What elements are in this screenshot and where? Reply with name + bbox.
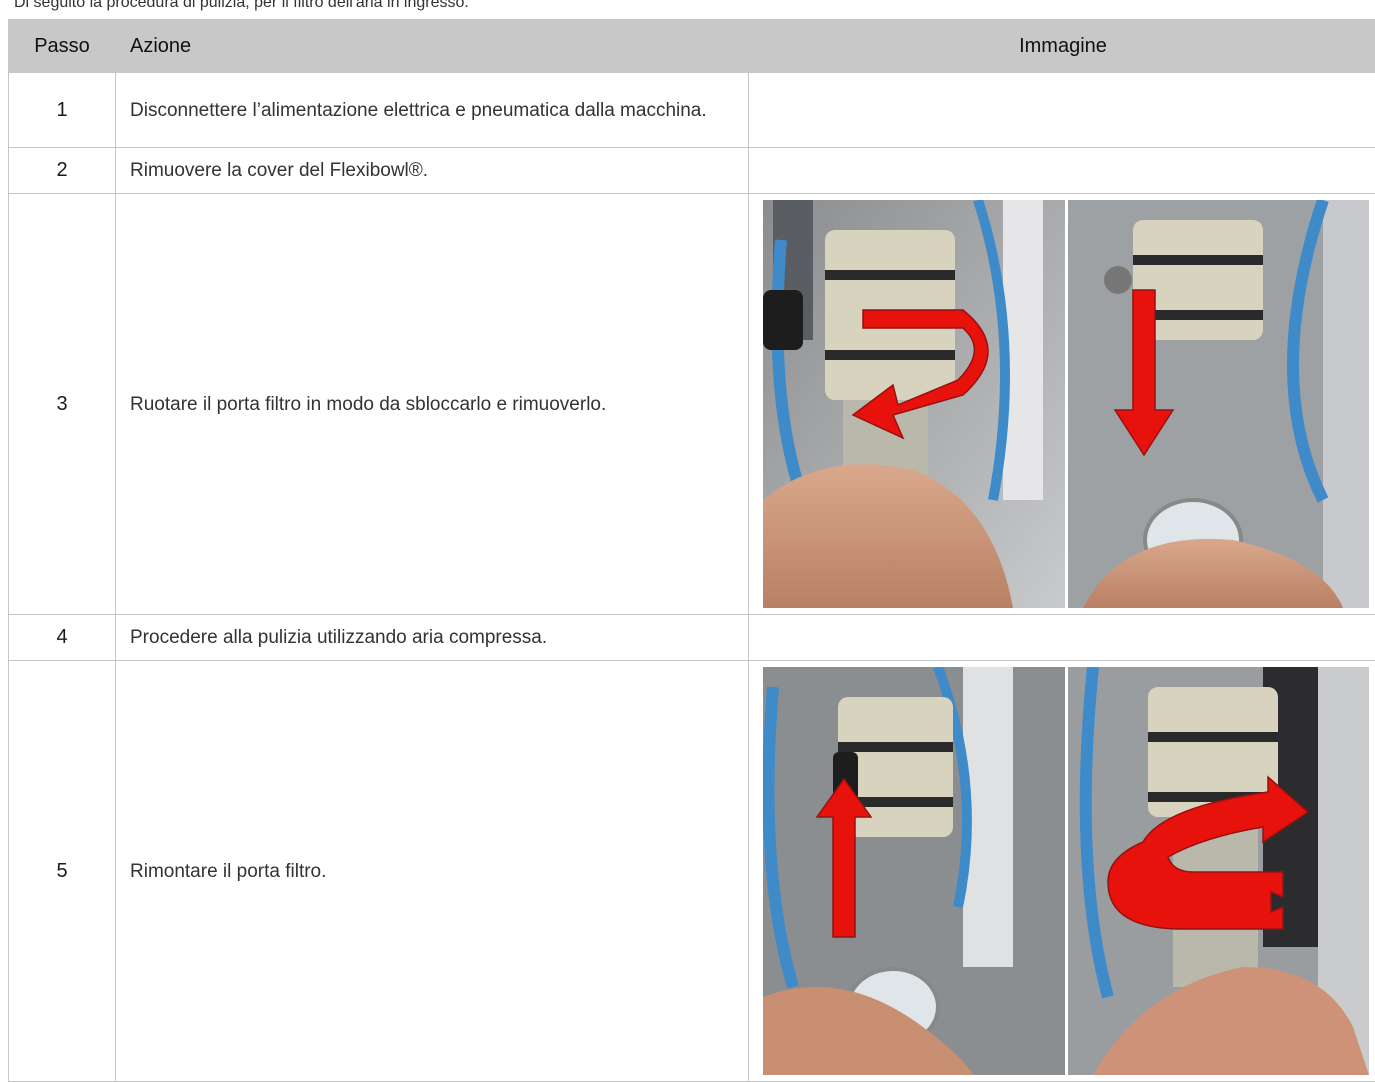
table-row: 2 Rimuovere la cover del Flexibowl®.: [9, 148, 1375, 194]
header-image: Immagine: [749, 20, 1375, 73]
step-image-empty: [749, 148, 1375, 194]
table-row: 5 Rimontare il porta filtro.: [9, 661, 1375, 1082]
step-image-cell: [749, 194, 1375, 615]
step-action: Procedere alla pulizia utilizzando aria …: [116, 615, 749, 661]
step-number: 2: [9, 148, 116, 194]
step-number: 5: [9, 661, 116, 1082]
step-number: 1: [9, 73, 116, 148]
table-row: 4 Procedere alla pulizia utilizzando ari…: [9, 615, 1375, 661]
intro-text: Di seguito la procedura di pulizia, per …: [14, 0, 1354, 12]
step-number: 3: [9, 194, 116, 615]
step-action: Ruotare il porta filtro in modo da sbloc…: [116, 194, 749, 615]
header-step: Passo: [9, 20, 116, 73]
step-image-empty: [749, 615, 1375, 661]
table-header-row: Passo Azione Immagine: [9, 20, 1375, 73]
table-row: 1 Disconnettere l’alimentazione elettric…: [9, 73, 1375, 148]
step-number: 4: [9, 615, 116, 661]
step-image-empty: [749, 73, 1375, 148]
table-row: 3 Ruotare il porta filtro in modo da sbl…: [9, 194, 1375, 615]
step-action: Disconnettere l’alimentazione elettrica …: [116, 73, 749, 148]
procedure-table: Passo Azione Immagine 1 Disconnettere l’…: [8, 19, 1375, 1082]
step-image-cell: [749, 661, 1375, 1082]
filter-removal-photo: [763, 200, 1369, 608]
filter-reassembly-photo: [763, 667, 1369, 1075]
step-action: Rimontare il porta filtro.: [116, 661, 749, 1082]
header-action: Azione: [116, 20, 749, 73]
step-action: Rimuovere la cover del Flexibowl®.: [116, 148, 749, 194]
